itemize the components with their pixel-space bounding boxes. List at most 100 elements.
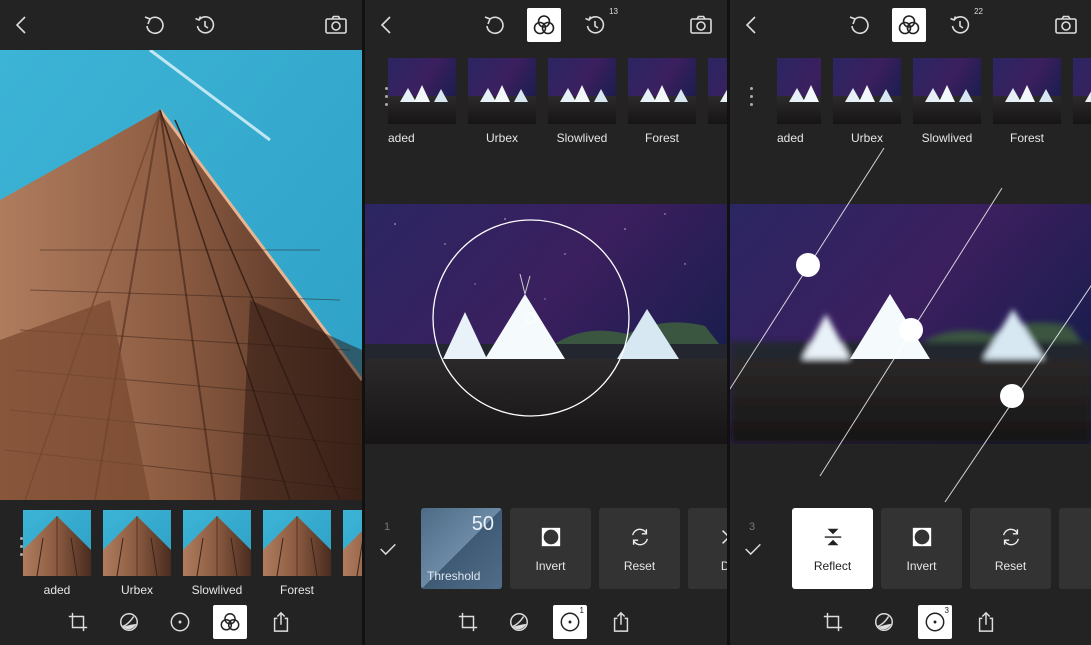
reset-button[interactable]: Reset xyxy=(970,508,1051,589)
focus-icon[interactable] xyxy=(163,605,197,639)
bottom-nav xyxy=(0,605,362,641)
history-count: 22 xyxy=(974,7,983,16)
reflect-button[interactable]: Reflect xyxy=(792,508,873,589)
filter-label: Forest xyxy=(644,131,679,145)
adjust-icon[interactable] xyxy=(867,605,901,639)
check-icon[interactable] xyxy=(377,538,399,560)
adjust-icon[interactable] xyxy=(112,605,146,639)
camera-icon[interactable] xyxy=(319,8,353,42)
filter-thumb[interactable]: Slowlived xyxy=(548,58,616,145)
step-number: 1 xyxy=(384,521,391,533)
share-icon[interactable] xyxy=(969,605,1003,639)
history-icon[interactable]: 13 xyxy=(578,7,618,42)
reset-label: Reset xyxy=(623,559,656,573)
bottom-nav: 3 xyxy=(730,605,1091,641)
back-icon[interactable] xyxy=(5,8,39,42)
invert-label: Invert xyxy=(906,559,937,573)
filter-thumb[interactable]: Urbex xyxy=(833,58,901,145)
adjust-icon[interactable] xyxy=(502,605,536,639)
invert-icon xyxy=(510,526,591,550)
filters-icon[interactable] xyxy=(527,8,561,42)
bottom-nav: 1 xyxy=(365,605,727,641)
photo-building[interactable] xyxy=(0,50,362,500)
filter-thumb[interactable]: Forest xyxy=(263,510,331,597)
delete-button[interactable]: De xyxy=(688,508,727,589)
filter-thumb[interactable]: Slowlived xyxy=(913,58,981,145)
reset-icon xyxy=(599,526,680,550)
invert-button[interactable]: Invert xyxy=(881,508,962,589)
panel-focus-linear: 22 aded Urbex Slowlived Forest W xyxy=(730,0,1091,645)
top-toolbar: 22 xyxy=(730,0,1091,50)
share-icon[interactable] xyxy=(604,605,638,639)
filter-strip: aded Urbex Slowlived Forest W xyxy=(388,58,727,145)
history-count: 13 xyxy=(609,7,618,16)
filter-label: Forest xyxy=(279,583,314,597)
more-options-icon[interactable] xyxy=(750,87,753,111)
threshold-slider[interactable]: 50 Threshold xyxy=(421,508,502,589)
focus-handle-bottom[interactable] xyxy=(1000,384,1024,408)
filter-strip: aded Urbex Slowlived Forest W xyxy=(23,510,362,597)
camera-icon[interactable] xyxy=(1049,8,1083,42)
top-toolbar: 13 xyxy=(365,0,727,50)
check-icon[interactable] xyxy=(742,538,764,560)
reflect-label: Reflect xyxy=(813,559,852,573)
focus-handle-top[interactable] xyxy=(796,253,820,277)
reflect-icon xyxy=(792,526,873,550)
invert-icon xyxy=(881,526,962,550)
back-icon[interactable] xyxy=(735,8,769,42)
crop-icon[interactable] xyxy=(451,605,485,639)
threshold-value: 50 xyxy=(471,513,494,535)
invert-label: Invert xyxy=(535,559,566,573)
filter-thumb[interactable]: Slowlived xyxy=(183,510,251,597)
close-icon xyxy=(688,526,727,550)
filter-thumb[interactable]: Forest xyxy=(993,58,1061,145)
delete-button[interactable]: D xyxy=(1059,508,1091,589)
crop-icon[interactable] xyxy=(61,605,95,639)
filter-label: aded xyxy=(388,131,415,145)
filter-label: W xyxy=(343,583,362,597)
delete-label: De xyxy=(720,559,727,573)
focus-badge: 3 xyxy=(944,606,949,615)
filter-thumb[interactable]: Urbex xyxy=(103,510,171,597)
delete-label: D xyxy=(1059,559,1091,573)
filter-thumb[interactable]: Forest xyxy=(628,58,696,145)
filter-thumb[interactable]: aded xyxy=(23,510,91,597)
step-number: 3 xyxy=(749,521,756,533)
panel-focus-radial: 13 aded Urbex Slowlived Forest W xyxy=(365,0,727,645)
share-icon[interactable] xyxy=(264,605,298,639)
reset-icon xyxy=(970,526,1051,550)
crop-icon[interactable] xyxy=(816,605,850,639)
focus-handle-center[interactable] xyxy=(899,318,923,342)
photo-tipis[interactable] xyxy=(365,204,727,444)
filter-label: aded xyxy=(43,583,71,597)
filter-label: Urbex xyxy=(485,131,518,145)
filter-label: Slowlived xyxy=(191,583,243,597)
undo-icon[interactable] xyxy=(137,8,171,42)
threshold-label: Threshold xyxy=(427,569,481,583)
filter-label: W xyxy=(708,131,727,145)
focus-icon[interactable]: 3 xyxy=(918,605,952,639)
filter-label: Slowlived xyxy=(556,131,608,145)
filter-label: Urbex xyxy=(120,583,153,597)
panel-filters-building: aded Urbex Slowlived Forest W xyxy=(0,0,362,645)
filter-thumb[interactable]: aded xyxy=(777,58,821,145)
history-icon[interactable]: 22 xyxy=(943,7,983,42)
filters-icon[interactable] xyxy=(892,8,926,42)
undo-icon[interactable] xyxy=(842,8,876,42)
filter-thumb[interactable]: W xyxy=(1073,58,1091,145)
reset-label: Reset xyxy=(994,559,1027,573)
focus-icon[interactable]: 1 xyxy=(553,605,587,639)
filters-icon[interactable] xyxy=(213,605,247,639)
reset-button[interactable]: Reset xyxy=(599,508,680,589)
history-icon[interactable] xyxy=(188,8,222,42)
top-toolbar xyxy=(0,0,362,50)
filter-thumb[interactable]: W xyxy=(343,510,362,597)
filter-thumb[interactable]: aded xyxy=(388,58,456,145)
back-icon[interactable] xyxy=(370,8,404,42)
filter-thumb[interactable]: W xyxy=(708,58,727,145)
filter-thumb[interactable]: Urbex xyxy=(468,58,536,145)
camera-icon[interactable] xyxy=(684,8,718,42)
undo-icon[interactable] xyxy=(477,8,511,42)
filter-strip: aded Urbex Slowlived Forest W xyxy=(777,58,1091,145)
invert-button[interactable]: Invert xyxy=(510,508,591,589)
